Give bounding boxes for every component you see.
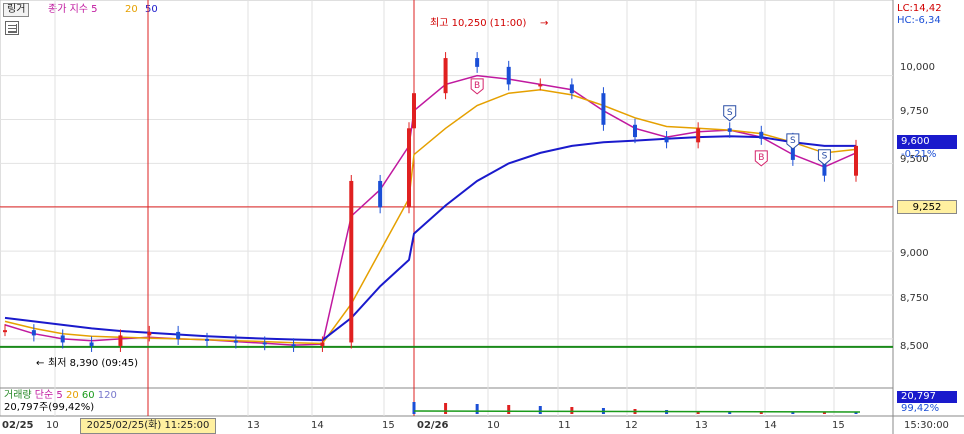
candle-body: [759, 131, 764, 139]
candle-body: [176, 331, 181, 339]
volume-bar: [570, 407, 574, 414]
x-tick: 12: [625, 420, 638, 431]
y-tick: 8,500: [900, 341, 929, 352]
candle-body: [412, 93, 416, 129]
x-tick-day: 02/25: [2, 420, 34, 431]
y-tick: 9,750: [900, 106, 929, 117]
y-tick: 9,000: [900, 248, 929, 259]
candle-body: [349, 180, 354, 343]
candle-body: [506, 66, 511, 85]
candle-body: [443, 58, 448, 94]
arrow-right-icon: →: [540, 18, 549, 29]
candle-body: [854, 145, 858, 176]
vol-ma20-label: 20: [65, 390, 79, 401]
candle-body: [664, 137, 669, 143]
candle-body: [378, 180, 383, 208]
vol-ma120-label: 120: [97, 390, 117, 401]
last-volume-pct: 99,42%: [901, 403, 940, 414]
crosshair-time-badge: 2025/02/25(화) 11:25:00: [80, 418, 216, 434]
volume-ma-line: [413, 410, 861, 413]
vol-ma5-label: 5: [56, 390, 63, 401]
x-tick: 14: [311, 420, 324, 431]
candle-body: [569, 84, 574, 94]
candle-body: [31, 330, 36, 336]
candle-body: [475, 58, 480, 67]
y-tick: 8,750: [900, 293, 929, 304]
candle-body: [233, 340, 238, 343]
ma-line-50: [4, 135, 856, 342]
signal-marker-label: B: [474, 81, 480, 91]
volume-bar: [507, 405, 511, 414]
x-tick: 10: [487, 420, 500, 431]
low-annotation: 최저 8,390 (09:45): [48, 358, 139, 369]
x-tick: 14: [764, 420, 777, 431]
candle-body: [291, 344, 296, 347]
x-tick: 13: [247, 420, 260, 431]
volume-label: 거래량 단순 5 20 60 120: [4, 390, 117, 402]
volume-bar: [412, 402, 416, 414]
candle-body: [3, 330, 7, 333]
last-price-badge: 9,600: [897, 135, 957, 149]
volume-bar: [444, 403, 448, 414]
signal-marker-label: S: [727, 108, 733, 118]
candle-body: [118, 335, 123, 346]
signal-marker-label: S: [822, 152, 828, 162]
lc-label: LC:14,42: [897, 3, 942, 14]
candle-body: [60, 335, 65, 343]
x-tick: 10: [46, 420, 59, 431]
volume-bar: [475, 404, 479, 414]
candle-body: [696, 128, 701, 143]
x-tick: 15: [832, 420, 845, 431]
candle-body: [538, 84, 543, 87]
x-tick: 13: [695, 420, 708, 431]
crosshair-price-badge: 9,252: [897, 200, 957, 214]
x-tick-day: 02/26: [417, 420, 449, 431]
last-change-label: -0,21%: [901, 149, 937, 160]
vol-ma60-label: 60: [81, 390, 95, 401]
last-volume-badge: 20,797: [897, 391, 957, 403]
candle-body: [205, 338, 209, 341]
candle-body: [633, 124, 637, 138]
x-tick-end: 15:30:00: [904, 420, 949, 431]
candle-body: [262, 342, 267, 345]
high-annotation: 최고 10,250 (11:00): [430, 18, 527, 29]
x-tick: 11: [558, 420, 571, 431]
chart-window: 링거 종가 지수 5 20 50 BBSSS 최고 10,250 (11:00)…: [0, 0, 964, 434]
price-chart[interactable]: B B S S S: [0, 0, 964, 434]
signal-marker-label: S: [790, 136, 796, 146]
y-tick: 10,000: [900, 62, 935, 73]
volume-info: 20,797주(99,42%): [4, 402, 95, 413]
candle-body: [320, 342, 325, 346]
x-tick: 15: [382, 420, 395, 431]
candle-body: [147, 331, 152, 336]
arrow-left-icon: ←: [36, 358, 45, 369]
volume-title: 거래량: [4, 390, 32, 401]
candle-body: [407, 128, 411, 208]
candle-body: [727, 128, 732, 132]
candle-body: [601, 93, 606, 125]
candle-body: [89, 342, 94, 346]
ma-line-20: [4, 88, 857, 345]
signal-marker-label: B: [758, 153, 764, 163]
hc-label: HC:-6,34: [897, 15, 941, 26]
volume-bar: [538, 406, 542, 414]
volume-ma-label: 단순: [34, 390, 54, 401]
